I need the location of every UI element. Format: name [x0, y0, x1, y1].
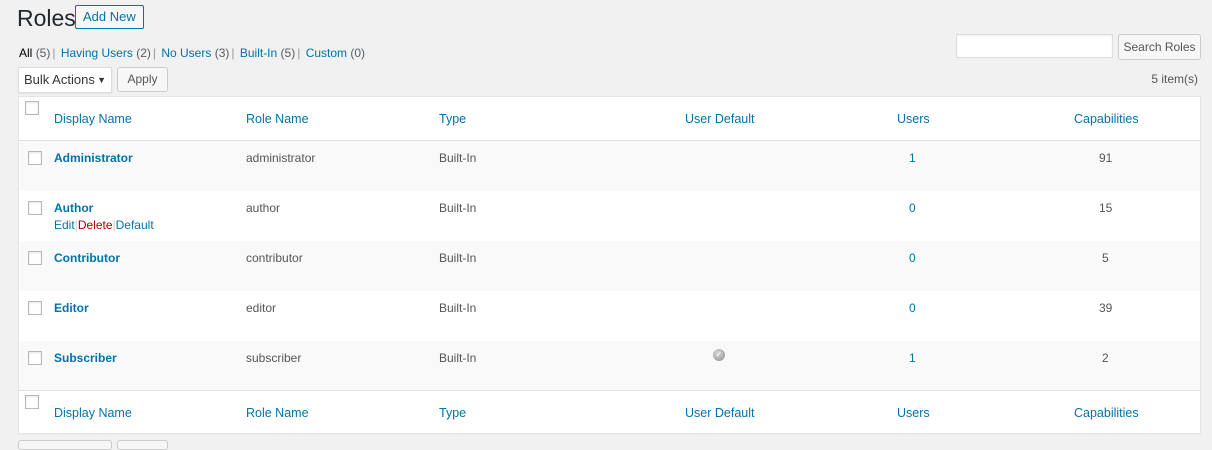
row-checkbox[interactable]: [28, 351, 42, 365]
filter-built-in[interactable]: Built-In: [240, 46, 277, 60]
role-display-name[interactable]: Administrator: [54, 150, 133, 166]
table-header: Display Name Role Name Type User Default…: [19, 97, 1200, 141]
search-input[interactable]: [956, 34, 1113, 58]
role-name: subscriber: [246, 351, 302, 365]
filter-all[interactable]: All: [19, 46, 32, 60]
role-type: Built-In: [439, 351, 477, 365]
role-capabilities-count: 2: [1102, 351, 1109, 365]
filter-custom-count: (0): [350, 46, 366, 60]
role-capabilities-count: 91: [1099, 151, 1113, 165]
column-type-footer[interactable]: Type: [439, 405, 466, 421]
column-user-default-footer[interactable]: User Default: [685, 405, 754, 421]
column-capabilities[interactable]: Capabilities: [1074, 111, 1139, 127]
filter-built-in-count: (5): [280, 46, 296, 60]
role-users-count[interactable]: 0: [909, 200, 916, 216]
column-display-name[interactable]: Display Name: [54, 111, 132, 127]
add-new-button[interactable]: Add New: [75, 5, 144, 29]
items-count: 5 item(s): [1151, 72, 1198, 86]
filter-no-users[interactable]: No Users: [161, 46, 211, 60]
row-checkbox[interactable]: [28, 301, 42, 315]
filter-custom[interactable]: Custom: [306, 46, 347, 60]
role-name: author: [246, 201, 281, 215]
roles-table: Display Name Role Name Type User Default…: [18, 96, 1201, 434]
edit-link[interactable]: Edit: [54, 218, 75, 232]
bulk-actions-value: Bulk Actions: [24, 72, 95, 87]
apply-button[interactable]: Apply: [117, 67, 168, 92]
row-checkbox[interactable]: [28, 151, 42, 165]
role-name: editor: [246, 301, 277, 315]
check-circle-icon: ✓: [713, 349, 725, 361]
select-all-checkbox[interactable]: [25, 101, 39, 115]
column-users[interactable]: Users: [897, 111, 930, 127]
make-default-link[interactable]: Default: [116, 218, 154, 232]
role-capabilities-count: 5: [1102, 251, 1109, 265]
table-row: Editor editor Built-In 0 39: [19, 291, 1200, 341]
row-checkbox[interactable]: [28, 201, 42, 215]
role-name: administrator: [246, 151, 316, 165]
column-user-default[interactable]: User Default: [685, 111, 754, 127]
filter-all-count: (5): [35, 46, 51, 60]
table-row: Contributor contributor Built-In 0 5: [19, 241, 1200, 291]
role-type: Built-In: [439, 301, 477, 315]
table-footer: Display Name Role Name Type User Default…: [19, 390, 1200, 433]
role-name: contributor: [246, 251, 303, 265]
role-users-count[interactable]: 0: [909, 300, 916, 316]
column-type[interactable]: Type: [439, 111, 466, 127]
search-roles-button[interactable]: Search Roles: [1118, 34, 1201, 60]
filter-no-users-count: (3): [214, 46, 230, 60]
row-checkbox[interactable]: [28, 251, 42, 265]
column-role-name[interactable]: Role Name: [246, 111, 309, 127]
bulk-actions-select-bottom[interactable]: [18, 440, 112, 450]
filter-having-users-count: (2): [136, 46, 151, 60]
column-display-name-footer[interactable]: Display Name: [54, 405, 132, 421]
role-users-count[interactable]: 1: [909, 350, 916, 366]
apply-button-bottom[interactable]: [117, 440, 168, 450]
select-all-checkbox-footer[interactable]: [25, 395, 39, 409]
role-users-count[interactable]: 0: [909, 250, 916, 266]
role-users-count[interactable]: 1: [909, 150, 916, 166]
role-display-name[interactable]: Subscriber: [54, 350, 117, 366]
column-users-footer[interactable]: Users: [897, 405, 930, 421]
table-row: Subscriber subscriber Built-In ✓ 1 2: [19, 341, 1200, 391]
table-row: Administrator administrator Built-In 1 9…: [19, 141, 1200, 191]
role-display-name[interactable]: Editor: [54, 300, 89, 316]
role-type: Built-In: [439, 201, 477, 215]
page-title: Roles: [17, 5, 76, 31]
filter-having-users[interactable]: Having Users: [61, 46, 133, 60]
role-capabilities-count: 15: [1099, 201, 1113, 215]
role-type: Built-In: [439, 251, 477, 265]
role-capabilities-count: 39: [1099, 301, 1113, 315]
column-capabilities-footer[interactable]: Capabilities: [1074, 405, 1139, 421]
role-display-name[interactable]: Author: [54, 200, 93, 216]
role-filters: All (5) | Having Users (2) | No Users (3) |…: [19, 46, 366, 60]
table-row: Author Edit|Delete|Default author Built-…: [19, 191, 1200, 241]
role-type: Built-In: [439, 151, 477, 165]
caret-down-icon: ▼: [97, 75, 106, 85]
bulk-actions-select[interactable]: Bulk Actions ▼: [18, 67, 112, 93]
row-actions: Edit|Delete|Default: [54, 218, 154, 232]
column-role-name-footer[interactable]: Role Name: [246, 405, 309, 421]
delete-link[interactable]: Delete: [78, 218, 113, 232]
role-display-name[interactable]: Contributor: [54, 250, 120, 266]
